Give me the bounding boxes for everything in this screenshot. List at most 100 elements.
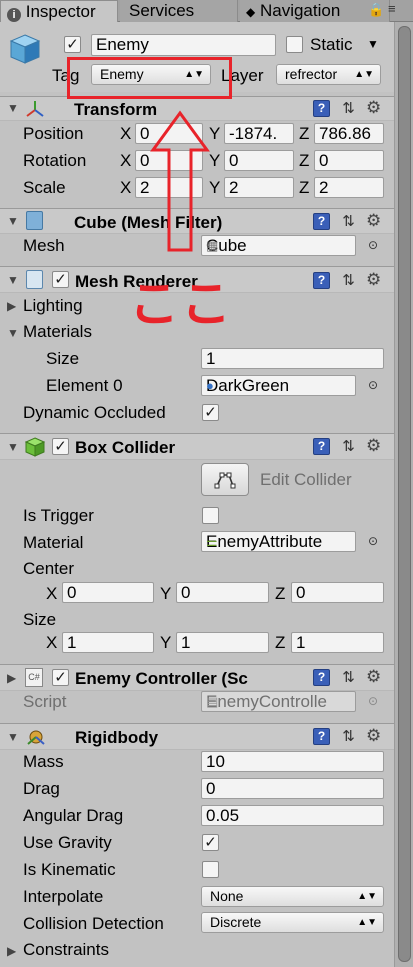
mass-field[interactable]: 10 bbox=[201, 751, 384, 772]
box-collider-icon bbox=[24, 437, 46, 462]
use-gravity-label: Use Gravity bbox=[23, 833, 112, 852]
size-label: Size bbox=[23, 610, 57, 629]
lighting-foldout-icon[interactable]: ▶ bbox=[7, 299, 16, 313]
gear-icon[interactable]: ⚙ bbox=[366, 668, 383, 685]
dynamic-occluded-label: Dynamic Occluded bbox=[23, 403, 166, 422]
static-dropdown-arrow-icon[interactable]: ▼ bbox=[367, 37, 379, 51]
static-checkbox[interactable] bbox=[286, 36, 303, 53]
materials-foldout-icon[interactable]: ▼ bbox=[7, 326, 19, 340]
center-y-field[interactable]: 0 bbox=[176, 582, 269, 603]
is-kinematic-checkbox[interactable] bbox=[202, 861, 219, 878]
gear-icon[interactable]: ⚙ bbox=[366, 212, 383, 229]
annotation-text: ここ bbox=[129, 275, 233, 333]
layer-value: refrector bbox=[285, 66, 338, 82]
preset-icon[interactable]: ⇅ bbox=[340, 669, 357, 686]
gear-icon[interactable]: ⚙ bbox=[366, 437, 383, 454]
tab-services[interactable]: Services bbox=[120, 0, 238, 22]
object-picker-icon[interactable]: ⊙ bbox=[368, 238, 378, 252]
scale-z-field[interactable]: 2 bbox=[314, 177, 384, 198]
scale-y-field[interactable]: 2 bbox=[224, 177, 294, 198]
axis-z-label: Z bbox=[299, 178, 310, 197]
foldout-arrow-icon[interactable]: ▶ bbox=[7, 671, 16, 685]
foldout-arrow-icon[interactable]: ▼ bbox=[7, 730, 19, 744]
physic-material-icon: ⚌ bbox=[206, 534, 218, 549]
center-x-field[interactable]: 0 bbox=[62, 582, 154, 603]
gameobject-cube-icon bbox=[8, 32, 42, 71]
lighting-label[interactable]: Lighting bbox=[23, 296, 83, 316]
tab-bar: i Inspector Services ◆ Navigation 🔒 ≡ bbox=[0, 0, 413, 23]
scrollbar-thumb[interactable] bbox=[398, 26, 411, 962]
size-y-field[interactable]: 1 bbox=[176, 632, 269, 653]
dynamic-occluded-checkbox[interactable]: ✓ bbox=[202, 404, 219, 421]
help-icon[interactable]: ? bbox=[313, 272, 330, 289]
size-x-field[interactable]: 1 bbox=[62, 632, 154, 653]
axis-y-label: Y bbox=[209, 178, 221, 197]
collision-detection-value: Discrete bbox=[210, 914, 262, 930]
rigidbody-icon bbox=[25, 727, 47, 752]
gear-icon[interactable]: ⚙ bbox=[366, 727, 383, 744]
help-icon[interactable]: ? bbox=[313, 438, 330, 455]
axis-y-label: Y bbox=[160, 584, 172, 603]
menu-icon[interactable]: ≡ bbox=[388, 1, 396, 16]
static-label: Static bbox=[310, 35, 353, 54]
element0-object-field[interactable]: ● DarkGreen bbox=[201, 375, 356, 396]
use-gravity-checkbox[interactable]: ✓ bbox=[202, 834, 219, 851]
collision-detection-dropdown[interactable]: Discrete ▲▼ bbox=[201, 912, 384, 933]
axis-z-label: Z bbox=[275, 633, 286, 652]
foldout-arrow-icon[interactable]: ▼ bbox=[7, 273, 19, 287]
rigidbody-header[interactable] bbox=[0, 723, 394, 750]
angular-drag-field[interactable]: 0.05 bbox=[201, 805, 384, 826]
annotation-highlight-box bbox=[67, 57, 232, 99]
preset-icon[interactable]: ⇅ bbox=[340, 213, 357, 230]
help-icon[interactable]: ? bbox=[313, 100, 330, 117]
constraints-label[interactable]: Constraints bbox=[23, 940, 109, 960]
mesh-object-field[interactable]: ▦ Cube bbox=[201, 235, 356, 256]
collider-material-field[interactable]: ⚌ EnemyAttribute bbox=[201, 531, 356, 552]
axis-x-label: X bbox=[120, 178, 132, 197]
transform-icon bbox=[25, 99, 45, 124]
help-icon[interactable]: ? bbox=[313, 669, 330, 686]
lock-icon[interactable]: 🔒 bbox=[368, 2, 384, 18]
is-trigger-checkbox[interactable] bbox=[202, 507, 219, 524]
drag-field[interactable]: 0 bbox=[201, 778, 384, 799]
active-checkbox[interactable]: ✓ bbox=[64, 36, 81, 53]
axis-z-label: Z bbox=[299, 151, 310, 170]
foldout-arrow-icon[interactable]: ▼ bbox=[7, 101, 19, 115]
preset-icon[interactable]: ⇅ bbox=[340, 438, 357, 455]
preset-icon[interactable]: ⇅ bbox=[340, 728, 357, 745]
vertical-scrollbar[interactable] bbox=[394, 22, 413, 967]
transform-title: Transform bbox=[74, 100, 158, 119]
materials-label[interactable]: Materials bbox=[23, 322, 92, 342]
interpolate-dropdown[interactable]: None ▲▼ bbox=[201, 886, 384, 907]
dropdown-arrows-icon: ▲▼ bbox=[354, 69, 374, 80]
foldout-arrow-icon[interactable]: ▼ bbox=[7, 214, 19, 228]
gear-icon[interactable]: ⚙ bbox=[366, 99, 383, 116]
enemy-controller-title: Enemy Controller (Sc bbox=[75, 669, 248, 688]
layer-dropdown[interactable]: refrector ▲▼ bbox=[276, 64, 381, 85]
axis-y-label: Y bbox=[160, 633, 172, 652]
element0-label: Element 0 bbox=[46, 376, 123, 395]
csharp-script-icon: C# bbox=[25, 668, 43, 687]
position-z-field[interactable]: 786.86 bbox=[314, 123, 384, 144]
box-collider-enabled-checkbox[interactable]: ✓ bbox=[52, 438, 69, 455]
constraints-foldout-icon[interactable]: ▶ bbox=[7, 944, 16, 958]
tab-inspector[interactable]: i Inspector bbox=[0, 0, 118, 23]
object-picker-icon[interactable]: ⊙ bbox=[368, 534, 378, 548]
rotation-z-field[interactable]: 0 bbox=[314, 150, 384, 171]
size-z-field[interactable]: 1 bbox=[291, 632, 384, 653]
rotation-y-field[interactable]: 0 bbox=[224, 150, 294, 171]
preset-icon[interactable]: ⇅ bbox=[340, 272, 357, 289]
mesh-renderer-enabled-checkbox[interactable]: ✓ bbox=[52, 271, 69, 288]
materials-size-field[interactable]: 1 bbox=[201, 348, 384, 369]
object-picker-icon[interactable]: ⊙ bbox=[368, 378, 378, 392]
help-icon[interactable]: ? bbox=[313, 728, 330, 745]
position-y-field[interactable]: -1874. bbox=[224, 123, 294, 144]
object-name-field[interactable]: Enemy bbox=[91, 34, 276, 56]
gear-icon[interactable]: ⚙ bbox=[366, 271, 383, 288]
preset-icon[interactable]: ⇅ bbox=[340, 100, 357, 117]
help-icon[interactable]: ? bbox=[313, 213, 330, 230]
center-z-field[interactable]: 0 bbox=[291, 582, 384, 603]
foldout-arrow-icon[interactable]: ▼ bbox=[7, 440, 19, 454]
edit-collider-button[interactable] bbox=[201, 463, 249, 496]
enemy-controller-enabled-checkbox[interactable]: ✓ bbox=[52, 669, 69, 686]
